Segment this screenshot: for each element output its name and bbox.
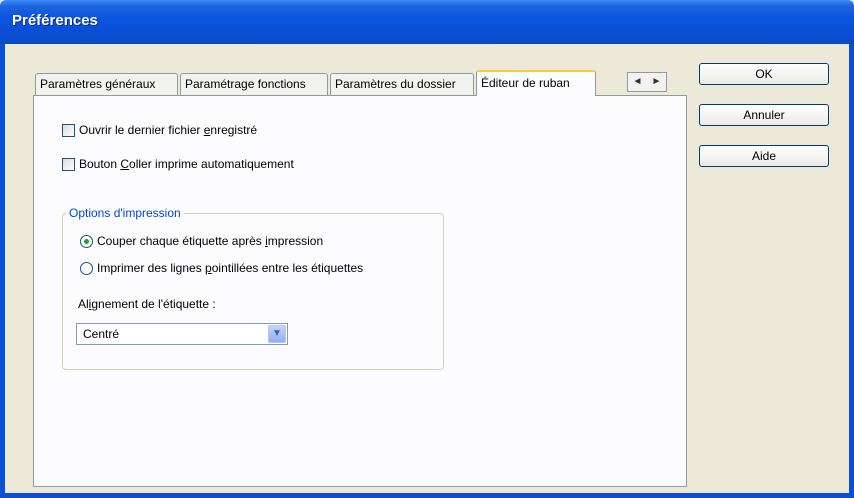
dotted-lines-radio[interactable] [80, 261, 93, 275]
paste-button-prints-checkbox[interactable] [62, 157, 75, 171]
title-bar[interactable]: Préférences [0, 0, 854, 44]
cut-each-label-option[interactable]: Couper chaque étiquette après impression [80, 234, 323, 248]
alignment-label: Alignement de l'étiquette : [78, 297, 216, 311]
alignment-select-value: Centré [83, 327, 120, 341]
window-frame-right [849, 44, 854, 498]
open-last-file-label: Ouvrir le dernier fichier enregistré [79, 123, 258, 137]
alignment-select[interactable]: Centré ▼ [76, 323, 288, 345]
ok-button[interactable]: OK [699, 63, 829, 85]
tab-parametres-dossier[interactable]: Paramètres du dossier [330, 73, 474, 95]
tab-parametrage-fonctions[interactable]: Paramétrage fonctions [180, 73, 328, 95]
open-last-file-checkbox[interactable] [62, 123, 75, 137]
tab-editeur-ruban[interactable]: Éditeur de ruban [476, 70, 596, 96]
open-last-file-option[interactable]: Ouvrir le dernier fichier enregistré [62, 123, 257, 137]
print-options-legend: Options d'impression [66, 206, 184, 220]
tab-label: Paramètres du dossier [335, 77, 456, 91]
paste-button-prints-label: Bouton Coller imprime automatiquement [79, 157, 294, 171]
tab-label: Paramétrage fonctions [185, 77, 306, 91]
tab-label: Éditeur de ruban [481, 76, 570, 90]
window-title: Préférences [12, 12, 98, 29]
chevron-down-icon[interactable]: ▼ [268, 325, 286, 343]
tab-scroll-right-icon[interactable]: ► [647, 73, 666, 91]
dotted-lines-option[interactable]: Imprimer des lignes pointillées entre le… [80, 261, 363, 275]
window-frame-left [0, 44, 5, 498]
tab-scroll-arrows: ◄ ► [627, 72, 667, 92]
tab-scroll-left-icon[interactable]: ◄ [628, 73, 647, 91]
cancel-button[interactable]: Annuler [699, 104, 829, 126]
help-button[interactable]: Aide [699, 145, 829, 167]
dotted-lines-text: Imprimer des lignes pointillées entre le… [97, 261, 364, 275]
tab-parametres-generaux[interactable]: Paramètres généraux [35, 73, 178, 95]
window-frame-bottom [0, 493, 854, 498]
cut-each-label-radio[interactable] [80, 234, 93, 248]
tab-label: Paramètres généraux [40, 77, 156, 91]
cut-each-label-text: Couper chaque étiquette après impression [97, 234, 324, 248]
paste-button-prints-option[interactable]: Bouton Coller imprime automatiquement [62, 157, 294, 171]
